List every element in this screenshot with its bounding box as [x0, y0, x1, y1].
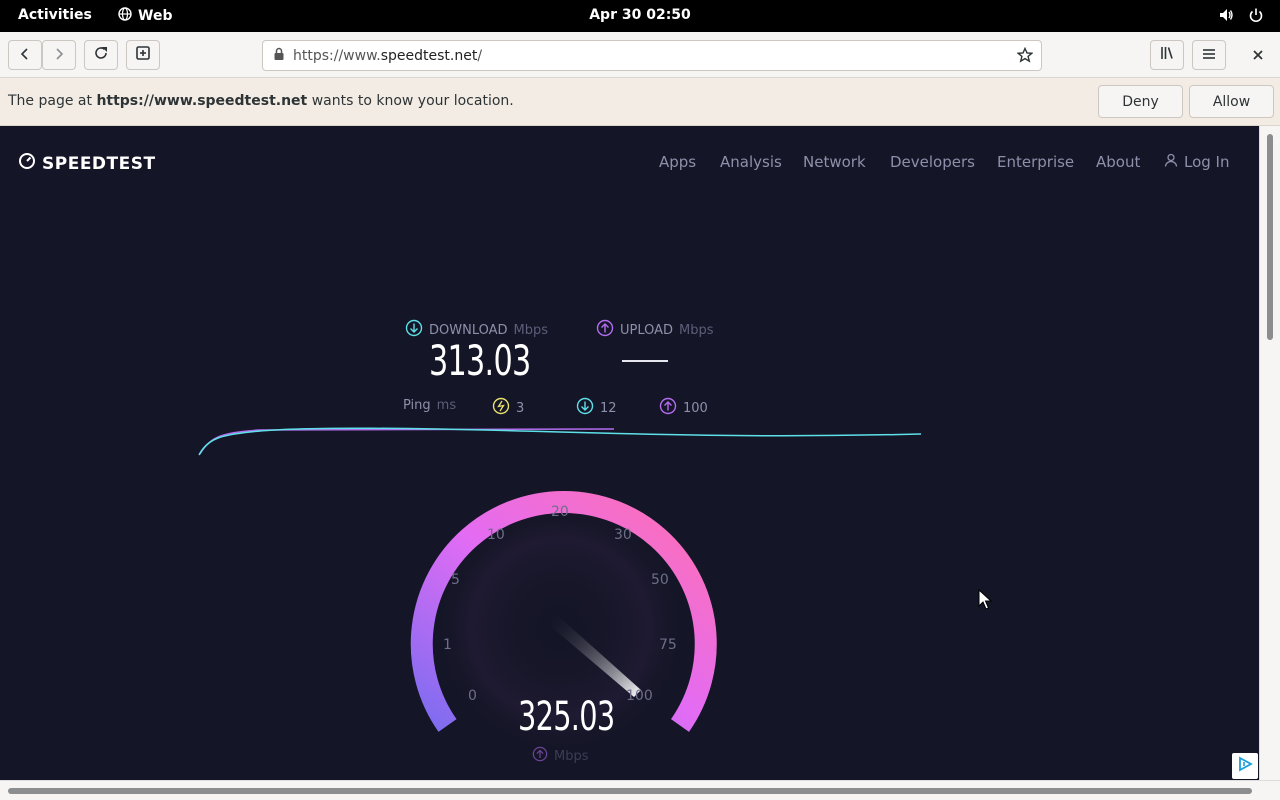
library-button[interactable]	[1150, 40, 1184, 70]
adchoices-button[interactable]	[1232, 753, 1258, 779]
horizontal-scroll-thumb[interactable]	[8, 788, 1252, 794]
gauge-tick-30: 30	[614, 527, 632, 543]
new-tab-button[interactable]	[126, 40, 160, 70]
address-bar[interactable]: https://www. speedtest.net /	[262, 40, 1042, 71]
download-trace-line	[198, 427, 922, 456]
gauge-tick-50: 50	[651, 572, 669, 588]
location-permission-bar: The page at https://www.speedtest.net wa…	[0, 78, 1280, 126]
system-top-bar: Activities Web Apr 30 02:50	[0, 0, 1280, 32]
star-icon[interactable]	[1016, 46, 1034, 67]
system-menu[interactable]	[1218, 7, 1264, 27]
menu-icon	[1201, 46, 1217, 65]
upload-trace-line	[199, 428, 615, 455]
current-speed-unit-row: Mbps	[532, 746, 589, 766]
allow-button[interactable]: Allow	[1189, 85, 1274, 118]
permission-message: The page at https://www.speedtest.net wa…	[8, 93, 514, 109]
reload-button[interactable]	[84, 40, 118, 70]
library-icon	[1159, 45, 1175, 65]
close-icon	[1252, 46, 1264, 65]
gauge-tick-20: 20	[551, 504, 569, 520]
forward-icon	[53, 46, 65, 65]
lock-icon	[273, 47, 285, 65]
back-button[interactable]	[8, 40, 42, 70]
url-suffix: /	[477, 47, 483, 64]
gauge-tick-10: 10	[487, 527, 505, 543]
gauge-tick-100: 100	[626, 688, 653, 704]
current-speed-unit: Mbps	[554, 748, 589, 764]
adchoices-icon	[1237, 756, 1253, 776]
clock[interactable]: Apr 30 02:50	[0, 7, 1280, 23]
gauge-tick-5: 5	[451, 572, 460, 588]
upload-small-icon	[532, 746, 548, 766]
url-host: speedtest.net	[380, 47, 478, 64]
new-tab-icon	[135, 45, 151, 65]
menu-button[interactable]	[1192, 40, 1226, 70]
permission-site: https://www.speedtest.net	[96, 93, 308, 109]
speed-graph	[198, 427, 922, 756]
horizontal-scrollbar[interactable]	[0, 780, 1280, 800]
mouse-cursor-icon	[978, 588, 993, 615]
current-speed: 325.03	[518, 694, 615, 740]
reload-icon	[93, 45, 109, 65]
vertical-scroll-thumb[interactable]	[1267, 134, 1273, 340]
speedtest-page: SPEEDTEST Apps Analysis Network Develope…	[0, 126, 1259, 780]
gauge-tick-75: 75	[659, 637, 677, 653]
vertical-scrollbar[interactable]	[1259, 126, 1280, 780]
power-icon	[1248, 7, 1264, 27]
volume-icon	[1218, 7, 1234, 27]
close-window-button[interactable]	[1252, 46, 1264, 65]
gauge-tick-0: 0	[468, 688, 477, 704]
forward-button[interactable]	[42, 40, 76, 70]
deny-button[interactable]: Deny	[1098, 85, 1183, 118]
browser-toolbar: https://www. speedtest.net /	[0, 32, 1280, 78]
url-prefix: https://www.	[293, 47, 381, 64]
gauge-tick-1: 1	[443, 637, 452, 653]
back-icon	[19, 46, 31, 65]
